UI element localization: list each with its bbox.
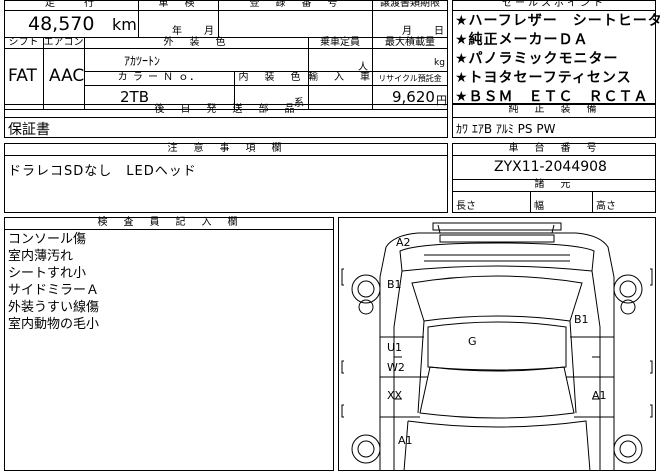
damage-mark-a1-left: A1 bbox=[398, 434, 413, 447]
transfer-deadline-header: 譲渡書類期限 bbox=[380, 0, 440, 9]
sales-point-item: ★トヨタセーフティセンス bbox=[455, 70, 632, 86]
inspector-notes-list: コンソール傷 室内薄汚れ シートすれ小 サイドミラーＡ 外装うすい線傷 室内動物… bbox=[8, 231, 99, 333]
capacity-label: 乗車定員 bbox=[320, 37, 360, 48]
inspector-note: サイドミラーＡ bbox=[8, 283, 100, 298]
caution-value: ドラレコSDなし LEDヘッド bbox=[8, 164, 197, 179]
inspector-header: 検 査 員 記 入 欄 bbox=[97, 217, 241, 228]
dimensions-header: 諸 元 bbox=[534, 179, 574, 190]
inspection-month-label: 月 bbox=[204, 26, 214, 37]
inspector-note: コンソール傷 bbox=[8, 232, 87, 247]
capacity-unit: 人 bbox=[358, 62, 368, 73]
mileage-unit: km bbox=[112, 15, 137, 34]
damage-mark-w2: W2 bbox=[387, 361, 405, 374]
sales-points-header: セールスポイント bbox=[502, 0, 606, 9]
interior-color-label: 内 装 色 bbox=[238, 72, 304, 83]
inspector-note: 室内動物の毛小 bbox=[8, 317, 100, 332]
chassis-value: ZYX11-2044908 bbox=[494, 159, 607, 175]
color-no-label: カ ラ ー Ｎ ｏ． bbox=[117, 72, 201, 83]
aircon-label: エアコン bbox=[43, 37, 84, 48]
width-label: 幅 bbox=[534, 201, 544, 212]
damage-mark-b1-left: B1 bbox=[387, 278, 402, 291]
damage-mark-a1-right: A1 bbox=[592, 389, 607, 402]
inspector-note: シートすれ小 bbox=[8, 266, 87, 281]
inspection-header: 車 検 bbox=[158, 0, 198, 9]
exterior-color-label: 外 装 色 bbox=[163, 37, 229, 48]
inspector-note: 外装うすい線傷 bbox=[8, 300, 100, 315]
mileage-header: 走 行 bbox=[45, 0, 97, 9]
damage-mark-b1-right: B1 bbox=[574, 313, 589, 326]
car-diagram: A2 B1 B1 G U1 W2 XX A1 A1 bbox=[341, 222, 653, 471]
inspection-year-label: 年 bbox=[172, 26, 182, 37]
caution-header: 注 意 事 項 欄 bbox=[167, 143, 285, 154]
max-load-unit: kg bbox=[434, 58, 445, 68]
mileage-value: 48,570 bbox=[28, 13, 95, 35]
damage-mark-a2: A2 bbox=[396, 236, 411, 249]
import-label: 輸 入 車 bbox=[308, 72, 373, 83]
genuine-equipment-value: ｶﾜ ｴｱB ｱﾙﾐ PS PW bbox=[456, 122, 556, 136]
sales-point-item: ★パノラミックモニター bbox=[455, 51, 619, 67]
transfer-day-label: 日 bbox=[434, 26, 444, 37]
inspector-note: 室内薄汚れ bbox=[8, 249, 74, 264]
damage-mark-u1: U1 bbox=[387, 341, 402, 354]
sales-points-list: ★ハーフレザー シートヒーター ★純正メーカーＤＡ ★パノラミックモニター ★ト… bbox=[455, 12, 660, 107]
chassis-header: 車 台 番 号 bbox=[508, 143, 600, 154]
exterior-color-value: ｱｶﾂｰﾄﾝ bbox=[124, 54, 161, 68]
height-label: 高さ bbox=[596, 201, 616, 212]
later-parts-header: 後 日 発 送 部 品 bbox=[154, 104, 298, 115]
sales-point-item: ★純正メーカーＤＡ bbox=[455, 32, 589, 48]
recycle-label: リサイクル預託金 bbox=[378, 74, 442, 83]
shift-label: シフト bbox=[8, 37, 39, 48]
shift-value: FAT bbox=[8, 66, 37, 86]
length-label: 長さ bbox=[456, 201, 476, 212]
registration-header: 登 録 番 号 bbox=[249, 0, 341, 9]
damage-mark-xx: XX bbox=[387, 389, 403, 402]
damage-mark-g: G bbox=[468, 335, 477, 348]
transfer-month-label: 月 bbox=[402, 26, 412, 37]
sales-point-item: ★ハーフレザー シートヒーター bbox=[455, 13, 660, 29]
max-load-label: 最大積載量 bbox=[385, 37, 435, 48]
later-parts-value: 保証書 bbox=[8, 122, 50, 138]
aircon-value: AAC bbox=[49, 66, 85, 86]
genuine-equipment-header: 純 正 装 備 bbox=[508, 104, 600, 115]
